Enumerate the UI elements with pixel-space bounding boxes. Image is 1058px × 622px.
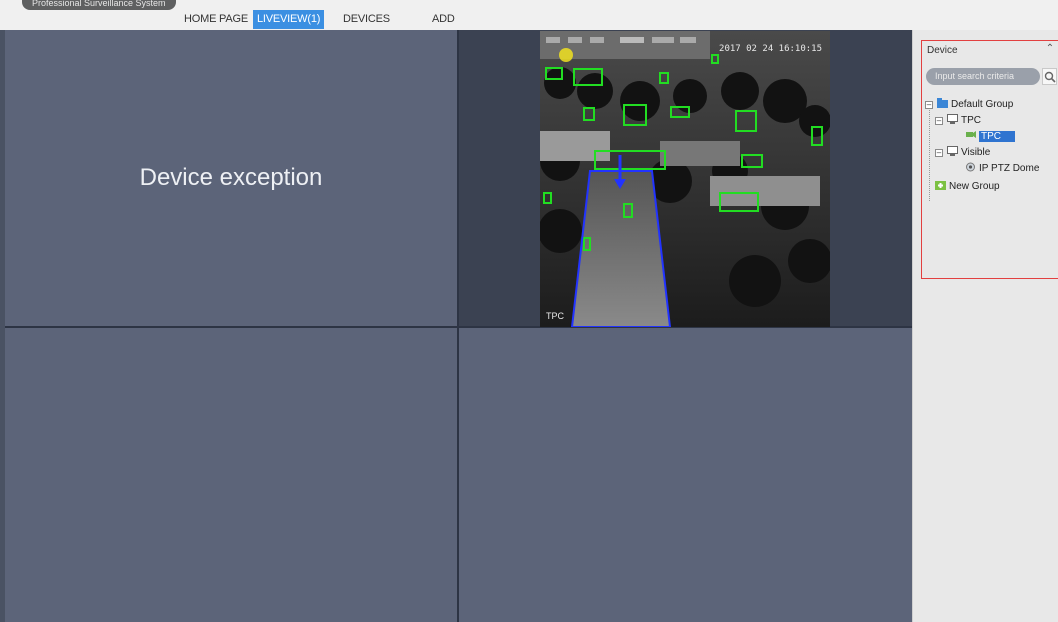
- monitor-icon: [947, 146, 958, 157]
- feed-channel-label: TPC: [546, 311, 564, 321]
- app-brand-logo: Professional Surveillance System: [22, 0, 176, 10]
- folder-icon: [937, 98, 948, 109]
- top-bar: Professional Surveillance System HOME PA…: [0, 0, 1058, 30]
- thermal-scene-image: [540, 31, 830, 327]
- monitor-icon: [947, 114, 958, 125]
- video-cell-2[interactable]: 2017 02 24 16:10:15 TPC: [459, 30, 912, 327]
- tree-item-tpc-device[interactable]: TPC: [965, 129, 1015, 144]
- nav-home-page[interactable]: HOME PAGE: [180, 10, 252, 29]
- search-icon: [1044, 71, 1056, 83]
- thermal-camera-feed: 2017 02 24 16:10:15 TPC: [540, 31, 830, 327]
- device-search-input[interactable]: [926, 68, 1040, 85]
- video-grid: Device exception 2017 02 24 16:10:15 TPC: [5, 30, 912, 622]
- collapse-toggle[interactable]: –: [925, 101, 933, 109]
- video-cell-4[interactable]: [459, 328, 912, 622]
- tree-item-new-group[interactable]: New Group: [935, 179, 1000, 194]
- new-folder-icon: [935, 181, 946, 191]
- nav-devices[interactable]: DEVICES: [339, 10, 394, 29]
- camera-icon: [966, 131, 976, 139]
- tree-item-ip-ptz-dome[interactable]: IP PTZ Dome: [965, 161, 1039, 176]
- device-exception-message: Device exception: [139, 164, 323, 191]
- device-side-panel: Device ⌃ – Default Group – TPC T: [912, 30, 1058, 622]
- nav-add[interactable]: ADD: [428, 10, 459, 29]
- device-panel-title: Device: [927, 45, 958, 56]
- chevron-up-icon[interactable]: ⌃: [1044, 43, 1056, 55]
- video-cell-1[interactable]: Device exception: [5, 30, 457, 326]
- device-panel-highlight: Device ⌃ – Default Group – TPC T: [921, 40, 1058, 279]
- collapse-toggle[interactable]: –: [935, 117, 943, 125]
- video-cell-3[interactable]: [5, 328, 457, 622]
- feed-timestamp: 2017 02 24 16:10:15: [719, 44, 822, 54]
- search-button[interactable]: [1042, 68, 1057, 85]
- collapse-toggle[interactable]: –: [935, 149, 943, 157]
- dome-camera-icon: [966, 162, 975, 172]
- nav-liveview[interactable]: LIVEVIEW(1): [253, 10, 325, 29]
